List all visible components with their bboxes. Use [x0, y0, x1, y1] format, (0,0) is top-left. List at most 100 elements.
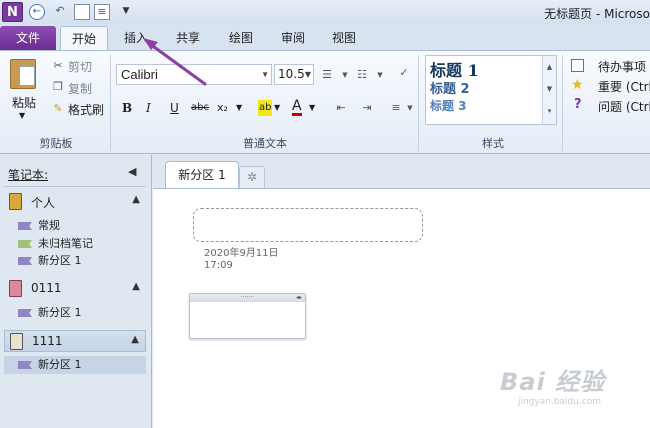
group-divider — [110, 55, 111, 151]
clipboard-group-label: 剪贴板 — [39, 137, 73, 150]
section-icon — [18, 222, 32, 230]
basic-text-group-label: 普通文本 — [243, 137, 287, 150]
section-icon — [18, 309, 32, 317]
numbered-list-icon[interactable]: ☷ — [355, 68, 369, 82]
section-item[interactable]: 常规 — [18, 217, 60, 235]
tab-draw[interactable]: 绘图 — [219, 26, 263, 50]
copy-icon: ❐ — [53, 80, 63, 93]
paste-button[interactable]: 粘贴 — [12, 94, 36, 111]
section-item[interactable]: 新分区 1 — [18, 252, 82, 270]
section-item-selected[interactable]: 新分区 1 — [4, 356, 146, 374]
chevron-up-icon[interactable]: ▲ — [132, 281, 140, 292]
onenote-app-icon[interactable]: N — [2, 2, 23, 22]
paste-icon[interactable] — [10, 59, 36, 89]
tab-home[interactable]: 开始 — [60, 26, 108, 50]
tab-share[interactable]: 共享 — [166, 26, 210, 50]
increase-indent-icon[interactable]: ⇥ — [360, 101, 374, 115]
tag-todo[interactable]: 待办事项 — [598, 58, 646, 75]
page-canvas[interactable]: 2020年9月11日 17:09 ······· ◂▸ — [153, 188, 650, 428]
chevron-down-icon: ▼ — [304, 70, 311, 79]
bullet-list-icon[interactable]: ☰ — [320, 68, 334, 82]
section-icon — [18, 361, 32, 369]
clear-formatting-icon[interactable]: ✓ — [397, 66, 411, 80]
section-item[interactable]: 未归档笔记 — [18, 235, 93, 253]
section-name: 新分区 1 — [38, 254, 82, 267]
notebook-icon — [9, 280, 22, 297]
resize-arrows-icon[interactable]: ◂▸ — [296, 294, 302, 302]
section-tab-active[interactable]: 新分区 1 — [165, 161, 239, 189]
star-icon: ★ — [571, 77, 584, 93]
notebook-1111[interactable]: 1111 ▲ — [4, 330, 146, 352]
notebook-name: 1111 — [32, 334, 63, 348]
note-move-handle[interactable]: ······· — [190, 294, 305, 302]
font-name-dropdown[interactable]: Calibri ▼ — [116, 64, 272, 85]
style-heading-2[interactable]: 标题 2 — [430, 78, 470, 97]
align-chevron-icon[interactable]: ▼ — [403, 101, 417, 115]
group-divider — [418, 55, 419, 151]
font-name-value: Calibri — [121, 67, 158, 82]
cut-button[interactable]: 剪切 — [68, 58, 92, 75]
note-container[interactable]: ······· ◂▸ — [189, 293, 306, 339]
bold-button[interactable]: B — [122, 100, 132, 116]
open-notebook-icon — [10, 333, 23, 350]
ribbon-tabs: 文件 开始 插入 共享 绘图 审阅 视图 — [0, 24, 650, 50]
undo-icon[interactable]: ↶ — [52, 4, 68, 20]
tab-insert[interactable]: 插入 — [114, 26, 158, 50]
numbered-list-chevron-icon[interactable]: ▼ — [373, 68, 387, 82]
styles-group-label: 样式 — [482, 137, 504, 150]
notebook-0111[interactable]: 0111 ▲ — [4, 278, 146, 300]
style-heading-3[interactable]: 标题 3 — [430, 97, 467, 114]
tab-file[interactable]: 文件 — [0, 26, 56, 50]
paste-chevron-icon[interactable]: ▼ — [19, 111, 25, 120]
window-title: 无标题页 - Microso — [544, 7, 650, 21]
section-tabs: 新分区 1 ✲ — [153, 155, 650, 189]
question-icon: ? — [574, 97, 582, 112]
styles-scrollbar[interactable]: ▲ ▼ ▾ — [542, 56, 556, 124]
section-name: 新分区 1 — [38, 306, 82, 319]
page-date: 2020年9月11日 — [204, 248, 279, 259]
customize-qat-chevron-icon[interactable]: ▼ — [118, 4, 134, 20]
back-icon[interactable]: ← — [29, 4, 45, 20]
page-time: 17:09 — [204, 260, 233, 271]
section-item[interactable]: 新分区 1 — [18, 304, 82, 322]
collapse-pane-icon[interactable]: ◀ — [128, 165, 136, 178]
dock-icon[interactable] — [74, 4, 90, 20]
paragraph-align-icon[interactable]: ≡ — [389, 101, 403, 115]
subscript-chevron-icon[interactable]: ▼ — [236, 100, 242, 116]
checkbox-icon — [571, 59, 584, 72]
chevron-down-icon: ▼ — [261, 70, 269, 79]
highlight-button[interactable]: ab — [258, 100, 273, 116]
chevron-up-icon[interactable]: ▲ — [132, 194, 140, 205]
divider — [4, 186, 146, 187]
page-view-icon[interactable]: ≡ — [94, 4, 110, 20]
tag-question[interactable]: 问题 (Ctrl — [598, 98, 650, 115]
font-color-button[interactable]: A — [292, 99, 302, 116]
notebooks-header[interactable]: 笔记本: — [8, 166, 48, 183]
notebook-name: 0111 — [31, 281, 62, 295]
tab-review[interactable]: 审阅 — [271, 26, 315, 50]
notebook-pane: 笔记本: ◀ 个人 ▲ 常规 未归档笔记 新分区 1 0111 ▲ 新分区 1 … — [0, 155, 152, 428]
copy-button[interactable]: 复制 — [68, 80, 92, 97]
page-title-input[interactable] — [193, 208, 423, 242]
bullet-list-chevron-icon[interactable]: ▼ — [338, 68, 352, 82]
format-painter-button[interactable]: 格式刷 — [68, 101, 104, 118]
subscript-button[interactable]: x₂ — [217, 100, 228, 116]
chevron-up-icon[interactable]: ▲ — [131, 334, 139, 345]
decrease-indent-icon[interactable]: ⇤ — [334, 101, 348, 115]
strikethrough-button[interactable]: abc — [191, 100, 209, 116]
notebook-name: 个人 — [31, 196, 56, 210]
highlight-chevron-icon[interactable]: ▼ — [274, 100, 280, 116]
font-size-dropdown[interactable]: 10.5 ▼ — [274, 64, 314, 85]
tag-important[interactable]: 重要 (Ctrl — [598, 78, 650, 95]
group-divider — [562, 55, 563, 151]
font-color-chevron-icon[interactable]: ▼ — [309, 100, 315, 116]
underline-button[interactable]: U — [170, 100, 179, 116]
scissors-icon: ✂ — [53, 59, 63, 72]
tab-view[interactable]: 视图 — [322, 26, 366, 50]
section-name: 新分区 1 — [38, 358, 82, 371]
italic-button[interactable]: I — [146, 100, 151, 116]
styles-gallery[interactable]: 标题 1 标题 2 标题 3 ▲ ▼ ▾ — [425, 55, 557, 125]
notebook-personal[interactable]: 个人 ▲ — [4, 191, 146, 213]
section-icon — [18, 257, 32, 265]
new-section-icon[interactable]: ✲ — [239, 166, 265, 188]
